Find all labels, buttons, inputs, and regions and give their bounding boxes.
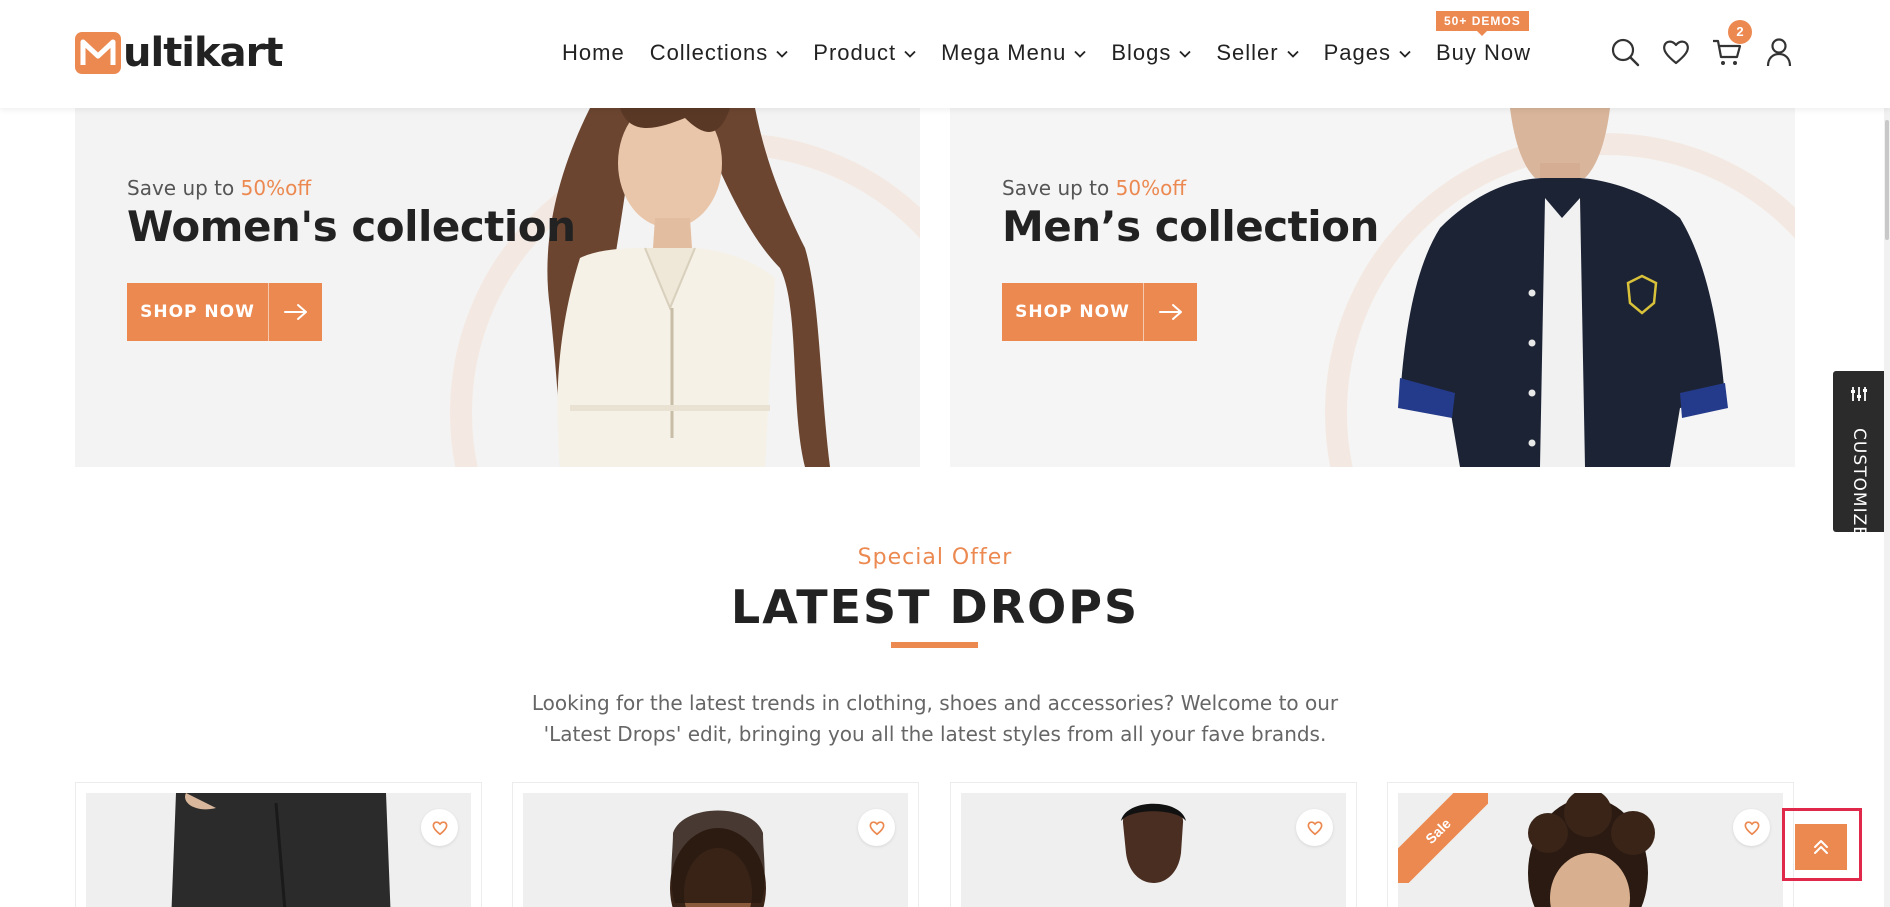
chevron-down-icon [1074, 50, 1086, 58]
heart-icon [868, 820, 885, 835]
logo[interactable]: ultikart [75, 30, 283, 76]
nav-item-collections[interactable]: Collections [650, 34, 789, 72]
nav-item-blogs[interactable]: Blogs [1111, 34, 1191, 72]
chevron-down-icon [904, 50, 916, 58]
customize-tab[interactable]: CUSTOMIZE [1833, 371, 1884, 538]
nav-label: Seller [1216, 40, 1279, 65]
demos-badge: 50+ DEMOS [1436, 11, 1529, 36]
section-title: LATEST DROPS [730, 580, 1140, 634]
site-header: ultikart Home Collections Product Mega M… [0, 0, 1890, 108]
nav-label: Home [562, 40, 625, 65]
product-image[interactable] [86, 793, 471, 907]
chevron-down-icon [1286, 50, 1299, 58]
chevron-down-icon [1399, 50, 1411, 58]
logo-text: ultikart [123, 30, 283, 76]
product-card[interactable] [512, 782, 919, 907]
section-eyebrow: Special Offer [857, 545, 1013, 570]
arrow-right-icon [269, 303, 322, 321]
main-nav: Home Collections Product Mega Menu Blogs… [562, 11, 1553, 72]
sale-ribbon: Sale [1398, 793, 1488, 883]
nav-label: Mega Menu [941, 40, 1067, 65]
shop-now-button[interactable]: SHOP NOW [1002, 283, 1197, 341]
wishlist-button[interactable] [1733, 809, 1770, 846]
scrollbar-thumb[interactable] [1885, 120, 1889, 240]
nav-item-home[interactable]: Home [562, 34, 625, 72]
heart-icon [431, 820, 448, 835]
arrow-right-icon [1144, 303, 1197, 321]
product-card[interactable] [950, 782, 1357, 907]
product-image[interactable] [523, 793, 908, 907]
nav-label: Buy Now [1436, 40, 1532, 65]
nav-item-mega-menu[interactable]: Mega Menu [941, 34, 1086, 72]
shop-now-label: SHOP NOW [140, 302, 255, 322]
logo-mark [75, 32, 121, 74]
save-prefix: Save up to [127, 176, 235, 200]
heart-icon [1306, 820, 1323, 835]
cart-count-badge: 2 [1728, 20, 1752, 44]
nav-label: Blogs [1111, 40, 1172, 65]
banner-mens-collection: Save up to 50%off Men’s collection SHOP … [950, 108, 1795, 467]
chevron-down-icon [776, 50, 788, 58]
save-value: 50%off [240, 176, 312, 200]
description-line: Looking for the latest trends in clothin… [531, 691, 1339, 715]
product-card[interactable] [75, 782, 482, 907]
wishlist-button[interactable] [1296, 809, 1333, 846]
banner-title: Women's collection [127, 202, 576, 251]
back-to-top-button[interactable] [1795, 824, 1847, 870]
nav-item-seller[interactable]: Seller [1216, 34, 1299, 72]
shop-now-label: SHOP NOW [1015, 302, 1130, 322]
womens-model-image [547, 108, 830, 467]
product-image[interactable]: Sale [1398, 793, 1783, 907]
save-value: 50%off [1115, 176, 1187, 200]
title-underline [891, 642, 978, 648]
user-icon[interactable] [1763, 36, 1795, 68]
double-chevron-up-icon [1814, 840, 1828, 854]
heart-icon[interactable] [1660, 36, 1692, 68]
description-line: 'Latest Drops' edit, bringing you all th… [543, 722, 1327, 746]
mens-model-image [1398, 108, 1728, 467]
search-icon[interactable] [1609, 36, 1641, 68]
heart-icon [1743, 820, 1760, 835]
nav-label: Product [813, 40, 897, 65]
chevron-down-icon [1179, 50, 1191, 58]
banner-save-text: Save up to 50%off [127, 176, 311, 200]
sale-label: Sale [1398, 793, 1488, 883]
banner-save-text: Save up to 50%off [1002, 176, 1186, 200]
product-card[interactable]: Sale [1387, 782, 1794, 907]
nav-item-pages[interactable]: Pages [1324, 34, 1411, 72]
product-image[interactable] [961, 793, 1346, 907]
customize-label: CUSTOMIZE [1848, 428, 1869, 538]
nav-item-buy-now[interactable]: 50+ DEMOS Buy Now [1436, 11, 1532, 72]
section-description: Looking for the latest trends in clothin… [0, 688, 1870, 750]
banner-title: Men’s collection [1002, 202, 1379, 251]
banner-womens-collection: Save up to 50%off Women's collection SHO… [75, 108, 920, 467]
nav-item-product[interactable]: Product [813, 34, 916, 72]
wishlist-button[interactable] [858, 809, 895, 846]
nav-label: Pages [1323, 40, 1391, 65]
nav-label: Collections [649, 40, 769, 65]
sliders-icon [1851, 387, 1867, 401]
wishlist-button[interactable] [421, 809, 458, 846]
save-prefix: Save up to [1002, 176, 1110, 200]
shop-now-button[interactable]: SHOP NOW [127, 283, 322, 341]
